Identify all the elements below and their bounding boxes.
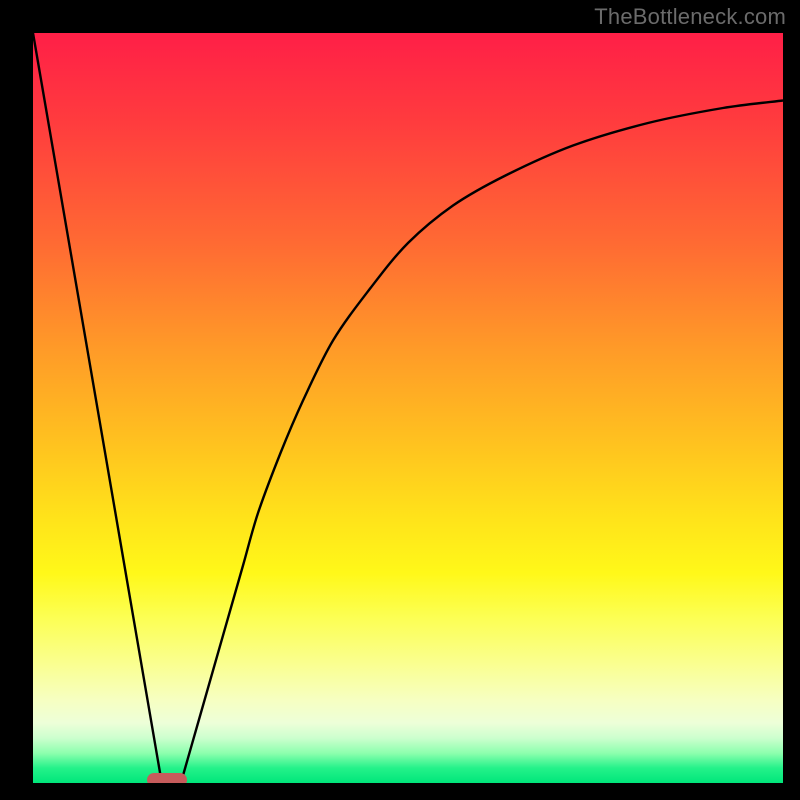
left-slope-path: [33, 33, 161, 776]
curve-layer: [33, 33, 783, 783]
min-marker: [147, 773, 187, 783]
watermark-text: TheBottleneck.com: [594, 4, 786, 30]
chart-frame: TheBottleneck.com: [0, 0, 800, 800]
right-curve-path: [183, 101, 783, 776]
plot-area: [33, 33, 783, 783]
